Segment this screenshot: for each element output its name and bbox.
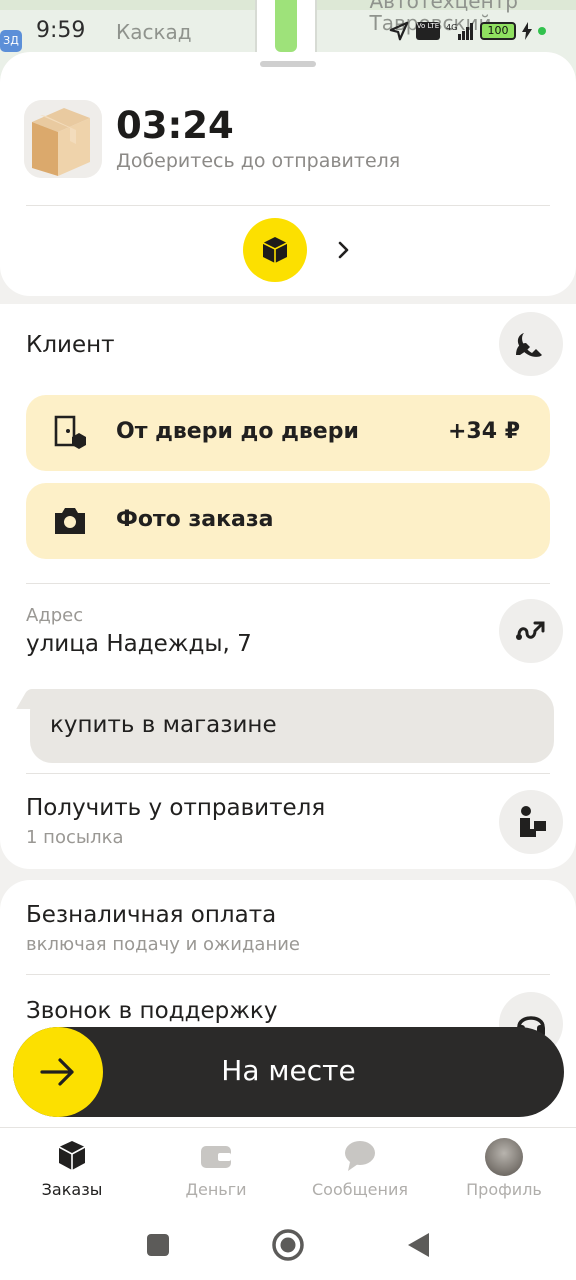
support-call-title[interactable]: Звонок в поддержку bbox=[26, 998, 277, 1024]
phone-icon bbox=[516, 333, 542, 357]
tab-profile[interactable]: Профиль bbox=[439, 1138, 569, 1199]
svg-text:4G: 4G bbox=[446, 23, 457, 32]
divider bbox=[26, 205, 550, 206]
address-value: улица Надежды, 7 bbox=[26, 631, 252, 657]
avatar bbox=[485, 1138, 523, 1176]
order-sheet[interactable]: 03:24 Доберитесь до отправителя Клиент О… bbox=[0, 52, 576, 1127]
home-circle-icon bbox=[272, 1229, 304, 1261]
address-caption: Адрес bbox=[26, 605, 84, 626]
tab-money[interactable]: Деньги bbox=[151, 1138, 281, 1199]
back-triangle-icon bbox=[408, 1233, 429, 1257]
tab-money-label: Деньги bbox=[185, 1180, 247, 1199]
arrived-label: На месте bbox=[221, 1054, 356, 1087]
order-photo-option[interactable]: Фото заказа bbox=[26, 483, 550, 559]
parcel-box-icon bbox=[24, 100, 102, 178]
orders-icon bbox=[58, 1141, 86, 1170]
pickup-subtitle: 1 посылка bbox=[26, 827, 124, 848]
status-icons: Vo LTE 4G 100 bbox=[388, 20, 546, 42]
home-button[interactable] bbox=[271, 1228, 305, 1262]
location-arrow-icon bbox=[389, 21, 409, 41]
divider bbox=[26, 773, 550, 774]
person-parcel-icon bbox=[520, 806, 546, 837]
tab-messages[interactable]: Сообщения bbox=[295, 1138, 425, 1199]
comment-text: купить в магазине bbox=[50, 712, 277, 738]
delivery-type-button[interactable] bbox=[243, 218, 307, 282]
route-button[interactable] bbox=[499, 599, 563, 663]
tab-messages-label: Сообщения bbox=[311, 1180, 408, 1199]
order-details-card: Клиент От двери до двери +34 ₽ Фото зака… bbox=[0, 304, 576, 869]
back-button[interactable] bbox=[401, 1228, 435, 1262]
camera-icon bbox=[55, 508, 85, 534]
timer-subtitle: Доберитесь до отправителя bbox=[116, 150, 401, 172]
recents-button[interactable] bbox=[141, 1228, 175, 1262]
package-icon bbox=[262, 237, 288, 263]
divider bbox=[26, 974, 550, 975]
order-photo-label: Фото заказа bbox=[116, 507, 274, 532]
call-client-button[interactable] bbox=[499, 312, 563, 376]
door-to-door-icon bbox=[54, 415, 86, 449]
door-to-door-label: От двери до двери bbox=[116, 419, 359, 444]
wallet-icon bbox=[201, 1146, 231, 1168]
drag-handle[interactable] bbox=[260, 61, 316, 67]
square-icon bbox=[147, 1234, 169, 1256]
route-icon bbox=[516, 621, 545, 640]
divider bbox=[26, 583, 550, 584]
order-comment: купить в магазине bbox=[16, 689, 554, 763]
chevron-right-icon[interactable] bbox=[334, 240, 354, 260]
door-to-door-option[interactable]: От двери до двери +34 ₽ bbox=[26, 395, 550, 471]
charging-icon bbox=[522, 22, 532, 40]
order-header-card: 03:24 Доберитесь до отправителя bbox=[0, 52, 576, 296]
bottom-tab-bar: Заказы Деньги Сообщения Профиль bbox=[0, 1127, 576, 1210]
tab-orders[interactable]: Заказы bbox=[7, 1138, 137, 1199]
payment-title: Безналичная оплата bbox=[26, 902, 277, 928]
door-to-door-price: +34 ₽ bbox=[447, 419, 520, 444]
battery-icon: 100 bbox=[480, 22, 516, 40]
arrived-slide-button[interactable]: На месте bbox=[13, 1027, 564, 1117]
signal-icon: 4G bbox=[446, 23, 473, 40]
status-time: 9:59 bbox=[36, 18, 86, 43]
tab-orders-label: Заказы bbox=[41, 1180, 103, 1199]
privacy-dot-icon bbox=[538, 27, 546, 35]
pickup-title: Получить у отправителя bbox=[26, 795, 326, 821]
volte-icon: Vo LTE bbox=[416, 22, 440, 40]
system-nav-bar bbox=[0, 1210, 576, 1280]
payment-subtitle: включая подачу и ожидание bbox=[26, 934, 300, 955]
tab-profile-label: Профиль bbox=[466, 1180, 542, 1199]
pickup-action-button[interactable] bbox=[499, 790, 563, 854]
chat-bubble-icon bbox=[345, 1141, 375, 1171]
client-label: Клиент bbox=[26, 332, 115, 358]
countdown-timer: 03:24 bbox=[116, 104, 234, 147]
